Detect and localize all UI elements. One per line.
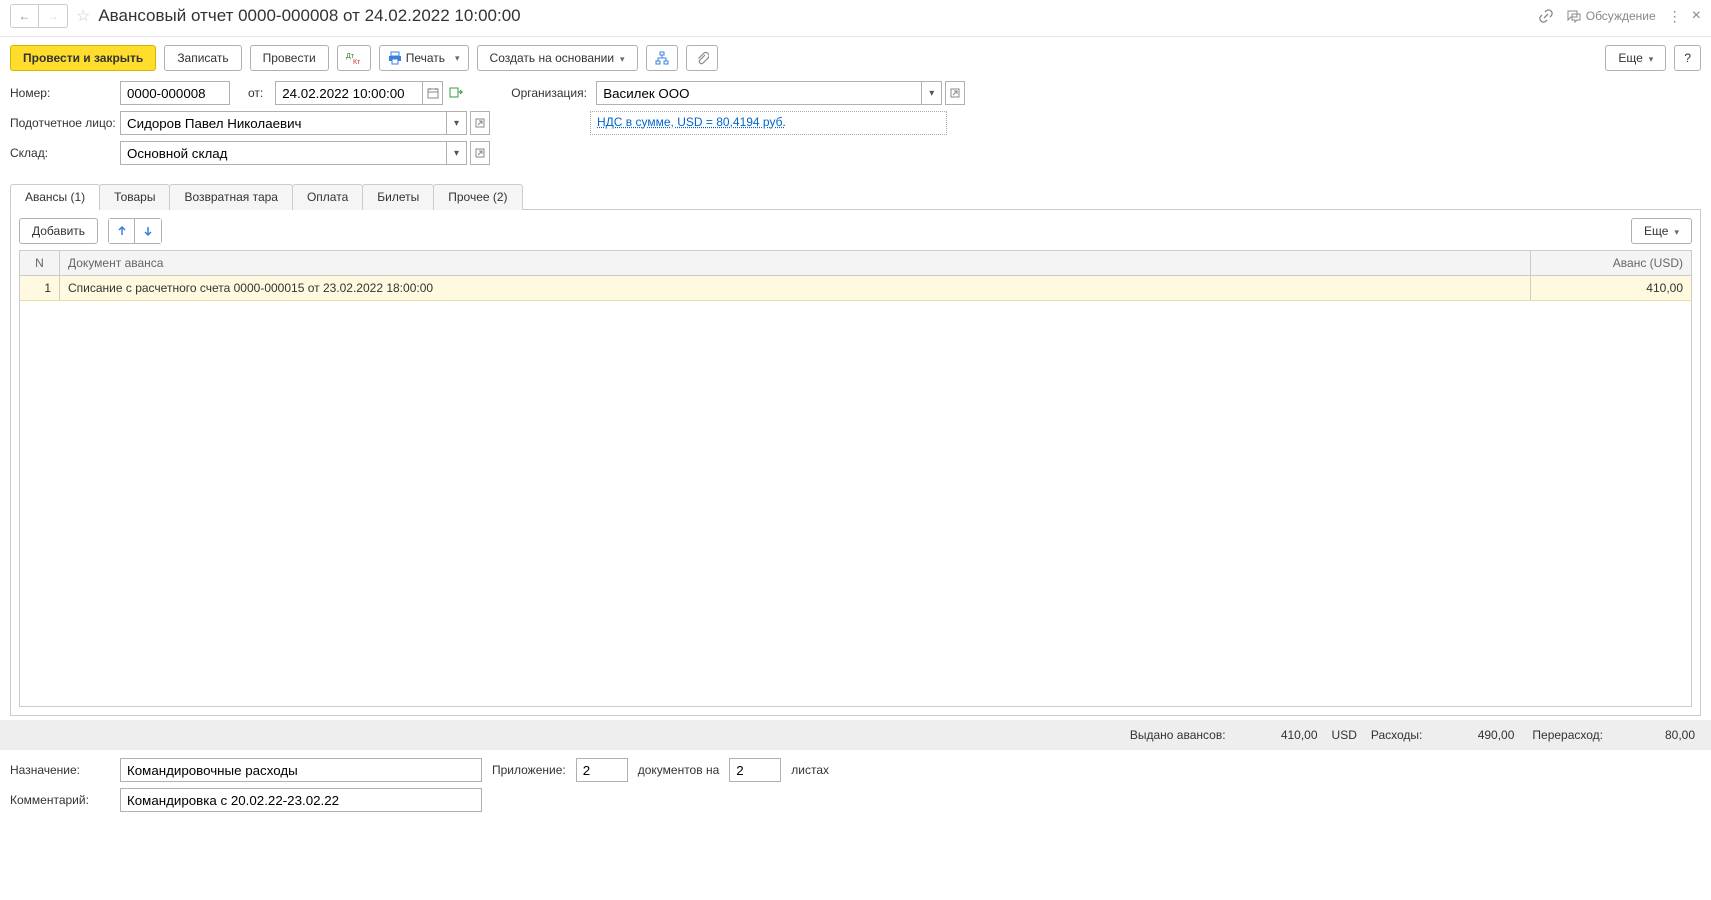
printer-icon — [388, 51, 402, 65]
more-button[interactable]: Еще — [1605, 45, 1666, 71]
link-icon[interactable] — [1538, 8, 1554, 24]
create-based-button[interactable]: Создать на основании — [477, 45, 638, 71]
open-icon — [475, 118, 485, 128]
favorite-star-icon[interactable]: ☆ — [76, 6, 90, 26]
attach-count-input[interactable] — [576, 758, 628, 782]
comment-input[interactable] — [120, 788, 482, 812]
from-label: от: — [248, 86, 263, 100]
tab-advances[interactable]: Авансы (1) — [10, 184, 100, 210]
calendar-icon — [427, 87, 439, 99]
post-button[interactable]: Провести — [250, 45, 329, 71]
tab-goods[interactable]: Товары — [99, 184, 170, 210]
dt-kt-icon: ДтКт — [346, 51, 362, 65]
tab-payment[interactable]: Оплата — [292, 184, 363, 210]
currency-label: USD — [1332, 728, 1357, 742]
org-open-button[interactable] — [945, 81, 965, 105]
move-down-button[interactable] — [135, 219, 161, 243]
over-label: Перерасход: — [1532, 728, 1603, 742]
calendar-button[interactable] — [423, 81, 443, 105]
grid-header: N Документ аванса Аванс (USD) — [20, 251, 1691, 276]
issued-value: 410,00 — [1238, 728, 1318, 742]
row-doc: Списание с расчетного счета 0000-000015 … — [60, 276, 1531, 300]
person-label: Подотчетное лицо: — [10, 116, 120, 130]
discussion-button[interactable]: Обсуждение — [1566, 8, 1656, 24]
col-doc-header[interactable]: Документ аванса — [60, 251, 1531, 275]
person-input[interactable] — [120, 111, 447, 135]
over-value: 80,00 — [1615, 728, 1695, 742]
attachment-button[interactable] — [686, 45, 718, 71]
forward-button[interactable]: → — [39, 5, 67, 27]
post-close-button[interactable]: Провести и закрыть — [10, 45, 156, 71]
tab-tare[interactable]: Возвратная тара — [169, 184, 293, 210]
col-amt-header[interactable]: Аванс (USD) — [1531, 251, 1691, 275]
number-input[interactable] — [120, 81, 230, 105]
structure-icon — [655, 51, 669, 65]
expenses-label: Расходы: — [1371, 728, 1423, 742]
page-title: Авансовый отчет 0000-000008 от 24.02.202… — [98, 6, 1537, 26]
date-input[interactable] — [275, 81, 423, 105]
vat-link[interactable]: НДС в сумме, USD = 80,4194 руб. — [590, 111, 947, 135]
nav-buttons: ← → — [10, 4, 68, 28]
advances-grid: N Документ аванса Аванс (USD) 1 Списание… — [19, 250, 1692, 707]
warehouse-open-button[interactable] — [470, 141, 490, 165]
paperclip-icon — [695, 51, 709, 65]
warehouse-dropdown-button[interactable]: ▾ — [447, 141, 467, 165]
print-label: Печать — [406, 51, 445, 65]
help-button[interactable]: ? — [1674, 45, 1701, 71]
org-input[interactable] — [596, 81, 922, 105]
comment-label: Комментарий: — [10, 793, 120, 807]
date-extra-icon[interactable] — [449, 86, 463, 100]
open-icon — [950, 88, 960, 98]
sheets-text: листах — [791, 763, 829, 777]
person-dropdown-button[interactable]: ▾ — [447, 111, 467, 135]
grid-row[interactable]: 1 Списание с расчетного счета 0000-00001… — [20, 276, 1691, 301]
kebab-menu-icon[interactable]: ⋮ — [1668, 8, 1680, 25]
purpose-input[interactable] — [120, 758, 482, 782]
attach-label: Приложение: — [492, 763, 566, 777]
close-icon[interactable]: × — [1692, 7, 1701, 25]
discussion-label: Обсуждение — [1586, 9, 1656, 23]
org-dropdown-button[interactable]: ▾ — [922, 81, 942, 105]
tabs: Авансы (1) Товары Возвратная тара Оплата… — [10, 183, 1701, 210]
tab-other[interactable]: Прочее (2) — [433, 184, 522, 210]
summary-bar: Выдано авансов: 410,00 USD Расходы: 490,… — [0, 720, 1711, 750]
print-button[interactable]: Печать — [379, 45, 469, 71]
row-amt: 410,00 — [1531, 276, 1691, 300]
open-icon — [475, 148, 485, 158]
back-button[interactable]: ← — [11, 5, 39, 27]
org-label: Организация: — [511, 86, 596, 100]
warehouse-label: Склад: — [10, 146, 120, 160]
dt-kt-button[interactable]: ДтКт — [337, 45, 371, 71]
col-n-header[interactable]: N — [20, 251, 60, 275]
save-button[interactable]: Записать — [164, 45, 241, 71]
docs-text: документов на — [638, 763, 720, 777]
person-open-button[interactable] — [470, 111, 490, 135]
number-label: Номер: — [10, 86, 120, 100]
issued-label: Выдано авансов: — [1130, 728, 1226, 742]
expenses-value: 490,00 — [1434, 728, 1514, 742]
tab-tickets[interactable]: Билеты — [362, 184, 434, 210]
sheets-count-input[interactable] — [729, 758, 781, 782]
structure-button[interactable] — [646, 45, 678, 71]
row-n: 1 — [20, 276, 60, 300]
arrow-up-icon — [116, 225, 128, 237]
warehouse-input[interactable] — [120, 141, 447, 165]
svg-text:Кт: Кт — [353, 59, 361, 65]
arrow-down-icon — [142, 225, 154, 237]
sub-more-button[interactable]: Еще — [1631, 218, 1692, 244]
move-up-button[interactable] — [109, 219, 135, 243]
add-button[interactable]: Добавить — [19, 218, 98, 244]
purpose-label: Назначение: — [10, 763, 120, 777]
